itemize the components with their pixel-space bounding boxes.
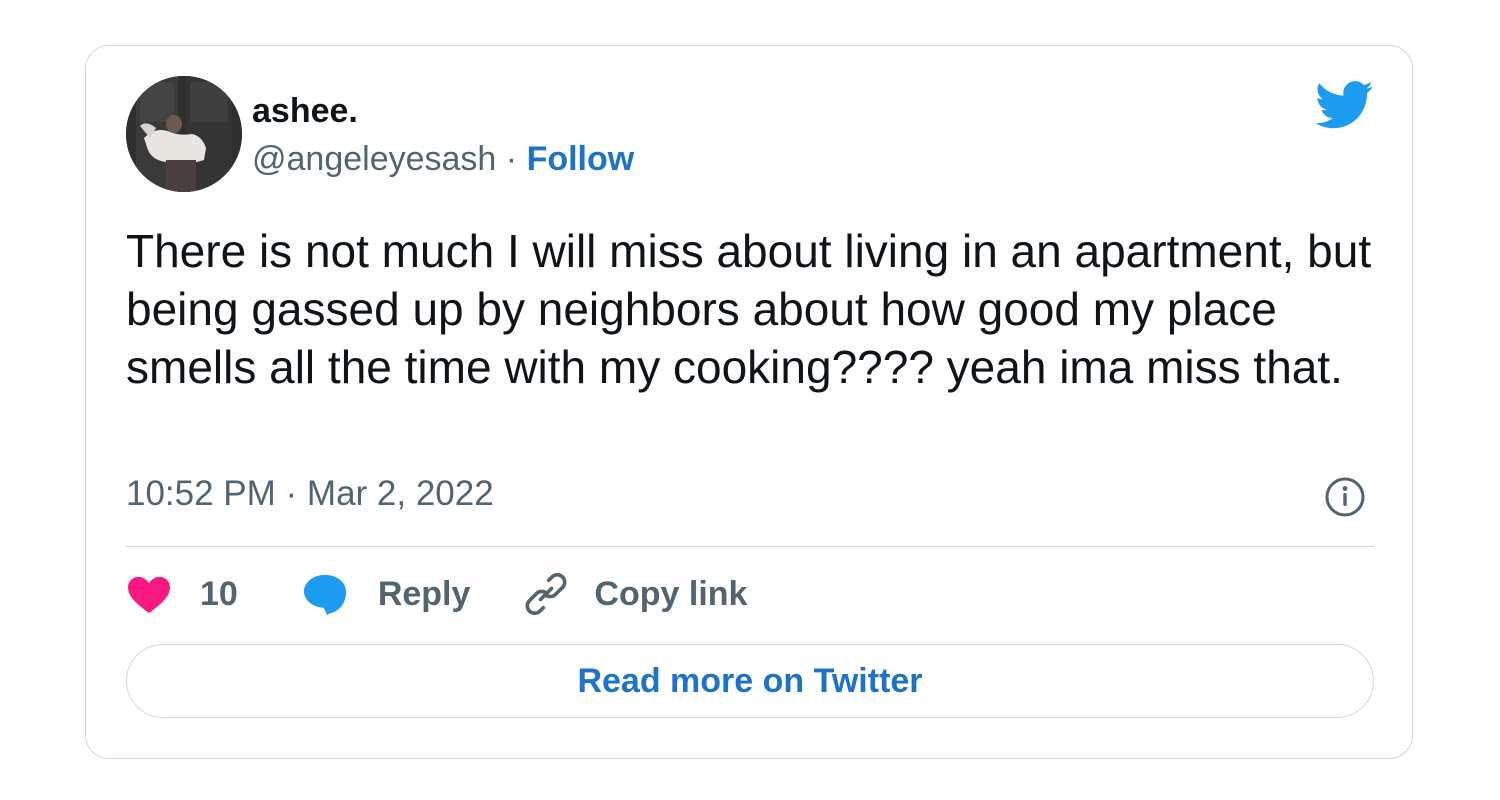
read-more-button[interactable]: Read more on Twitter <box>126 644 1374 718</box>
heart-icon <box>128 576 170 614</box>
reply-button[interactable]: Reply <box>302 573 471 615</box>
separator-dot: · <box>505 140 518 178</box>
author-handle-row: @angeleyesash · Follow <box>252 140 634 179</box>
twitter-bird-icon[interactable] <box>1316 80 1374 130</box>
tweet-text: There is not much I will miss about livi… <box>126 225 1372 393</box>
speech-bubble-icon <box>303 574 346 615</box>
copy-link-label: Copy link <box>594 574 748 613</box>
divider <box>126 546 1374 547</box>
tweet-timestamp[interactable]: 10:52 PM · Mar 2, 2022 <box>126 474 494 514</box>
like-count: 10 <box>200 574 238 613</box>
copy-link-button[interactable]: Copy link <box>524 572 747 616</box>
avatar[interactable] <box>126 76 242 192</box>
tweet-card: ashee. @angeleyesash · Follow There is n… <box>85 45 1413 759</box>
profile-photo-icon <box>126 76 242 192</box>
like-button[interactable]: 10 <box>126 574 238 614</box>
link-icon <box>525 572 567 616</box>
info-icon[interactable] <box>1324 476 1366 518</box>
follow-button[interactable]: Follow <box>527 140 635 178</box>
reply-label: Reply <box>377 574 471 613</box>
author-handle[interactable]: @angeleyesash <box>252 140 496 178</box>
author-name[interactable]: ashee. <box>252 92 358 131</box>
action-bar: 10 Reply Copy link <box>126 566 747 622</box>
